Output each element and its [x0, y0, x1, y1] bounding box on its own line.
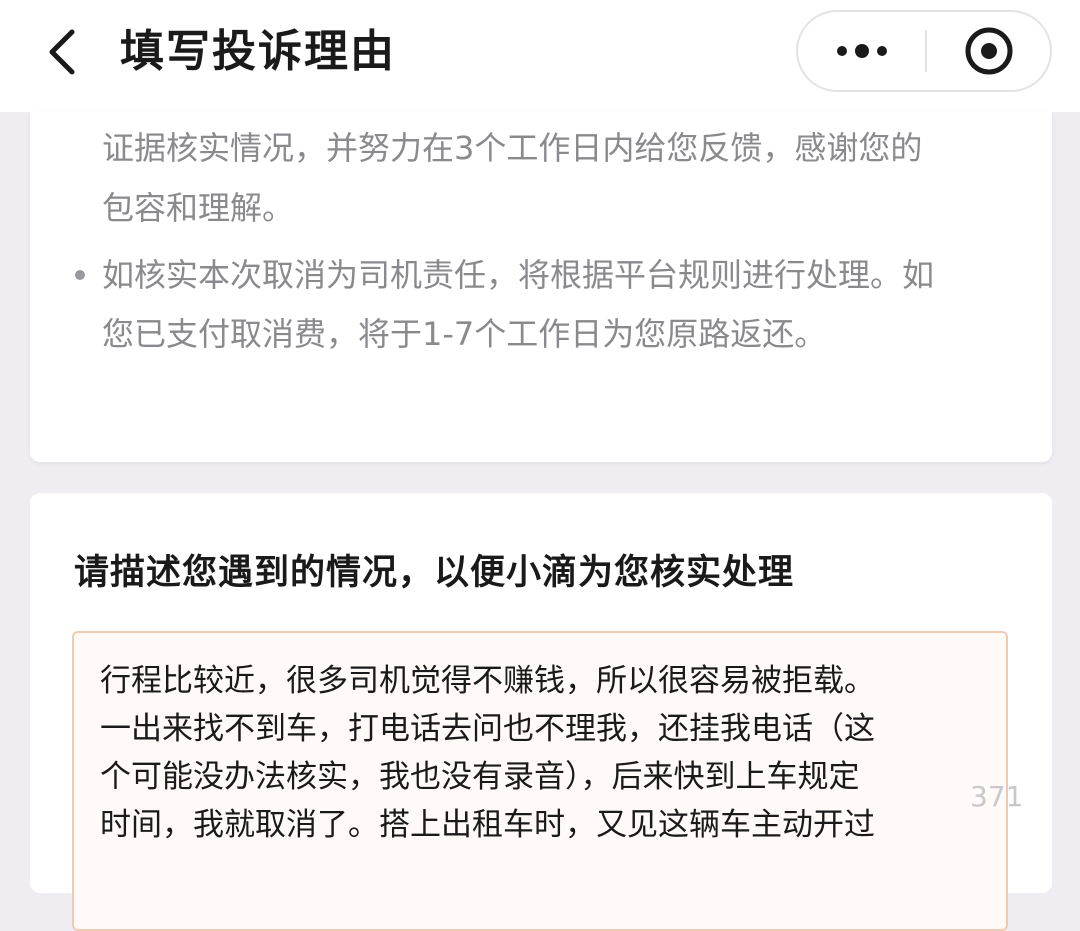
notice-line: 如核实本次取消为司机责任，将根据平台规则进行处理。如 [102, 256, 935, 294]
reason-textarea[interactable]: 行程比较近，很多司机觉得不赚钱，所以很容易被拒载。 一出来找不到车，打电话去问也… [72, 631, 1023, 931]
complaint-form-card: 请描述您遇到的情况，以便小滴为您核实处理 行程比较近，很多司机觉得不赚钱，所以很… [30, 493, 1052, 931]
notice-card: 证据核实情况，并努力在3个工作日内给您反馈，感谢您的 包容和理解。 如核实本次取… [30, 112, 1052, 462]
reason-line: 一出来找不到车，打电话去问也不理我，还挂我电话（这 [100, 711, 875, 747]
nav-bar: 填写投诉理由 [0, 0, 1080, 112]
close-miniprogram-button[interactable] [926, 12, 1052, 90]
notice-line: 包容和理解。 [102, 189, 295, 227]
notice-line: 证据核实情况，并努力在3个工作日内给您反馈，感谢您的 [102, 129, 923, 167]
more-dots-icon [837, 44, 887, 58]
more-button[interactable] [798, 12, 926, 90]
reason-line: 行程比较近，很多司机觉得不赚钱，所以很容易被拒载。 [100, 663, 875, 699]
reason-line: 个可能没办法核实，我也没有录音），后来快到上车规定 [100, 759, 860, 795]
page-title: 填写投诉理由 [120, 26, 396, 77]
chevron-left-icon [49, 29, 75, 75]
notice-line: 您已支付取消费，将于1-7个工作日为您原路返还。 [102, 315, 827, 353]
back-button[interactable] [36, 22, 86, 82]
bullet-dot [75, 270, 85, 280]
section-title: 请描述您遇到的情况，以便小滴为您核实处理 [74, 553, 795, 593]
reason-line: 时间，我就取消了。搭上出租车时，又见这辆车主动开过 [100, 807, 875, 843]
target-close-icon [965, 27, 1013, 75]
char-count: 371 [970, 780, 1024, 813]
reason-text: 行程比较近，很多司机觉得不赚钱，所以很容易被拒载。 一出来找不到车，打电话去问也… [100, 657, 980, 849]
mini-program-capsule [796, 10, 1052, 92]
